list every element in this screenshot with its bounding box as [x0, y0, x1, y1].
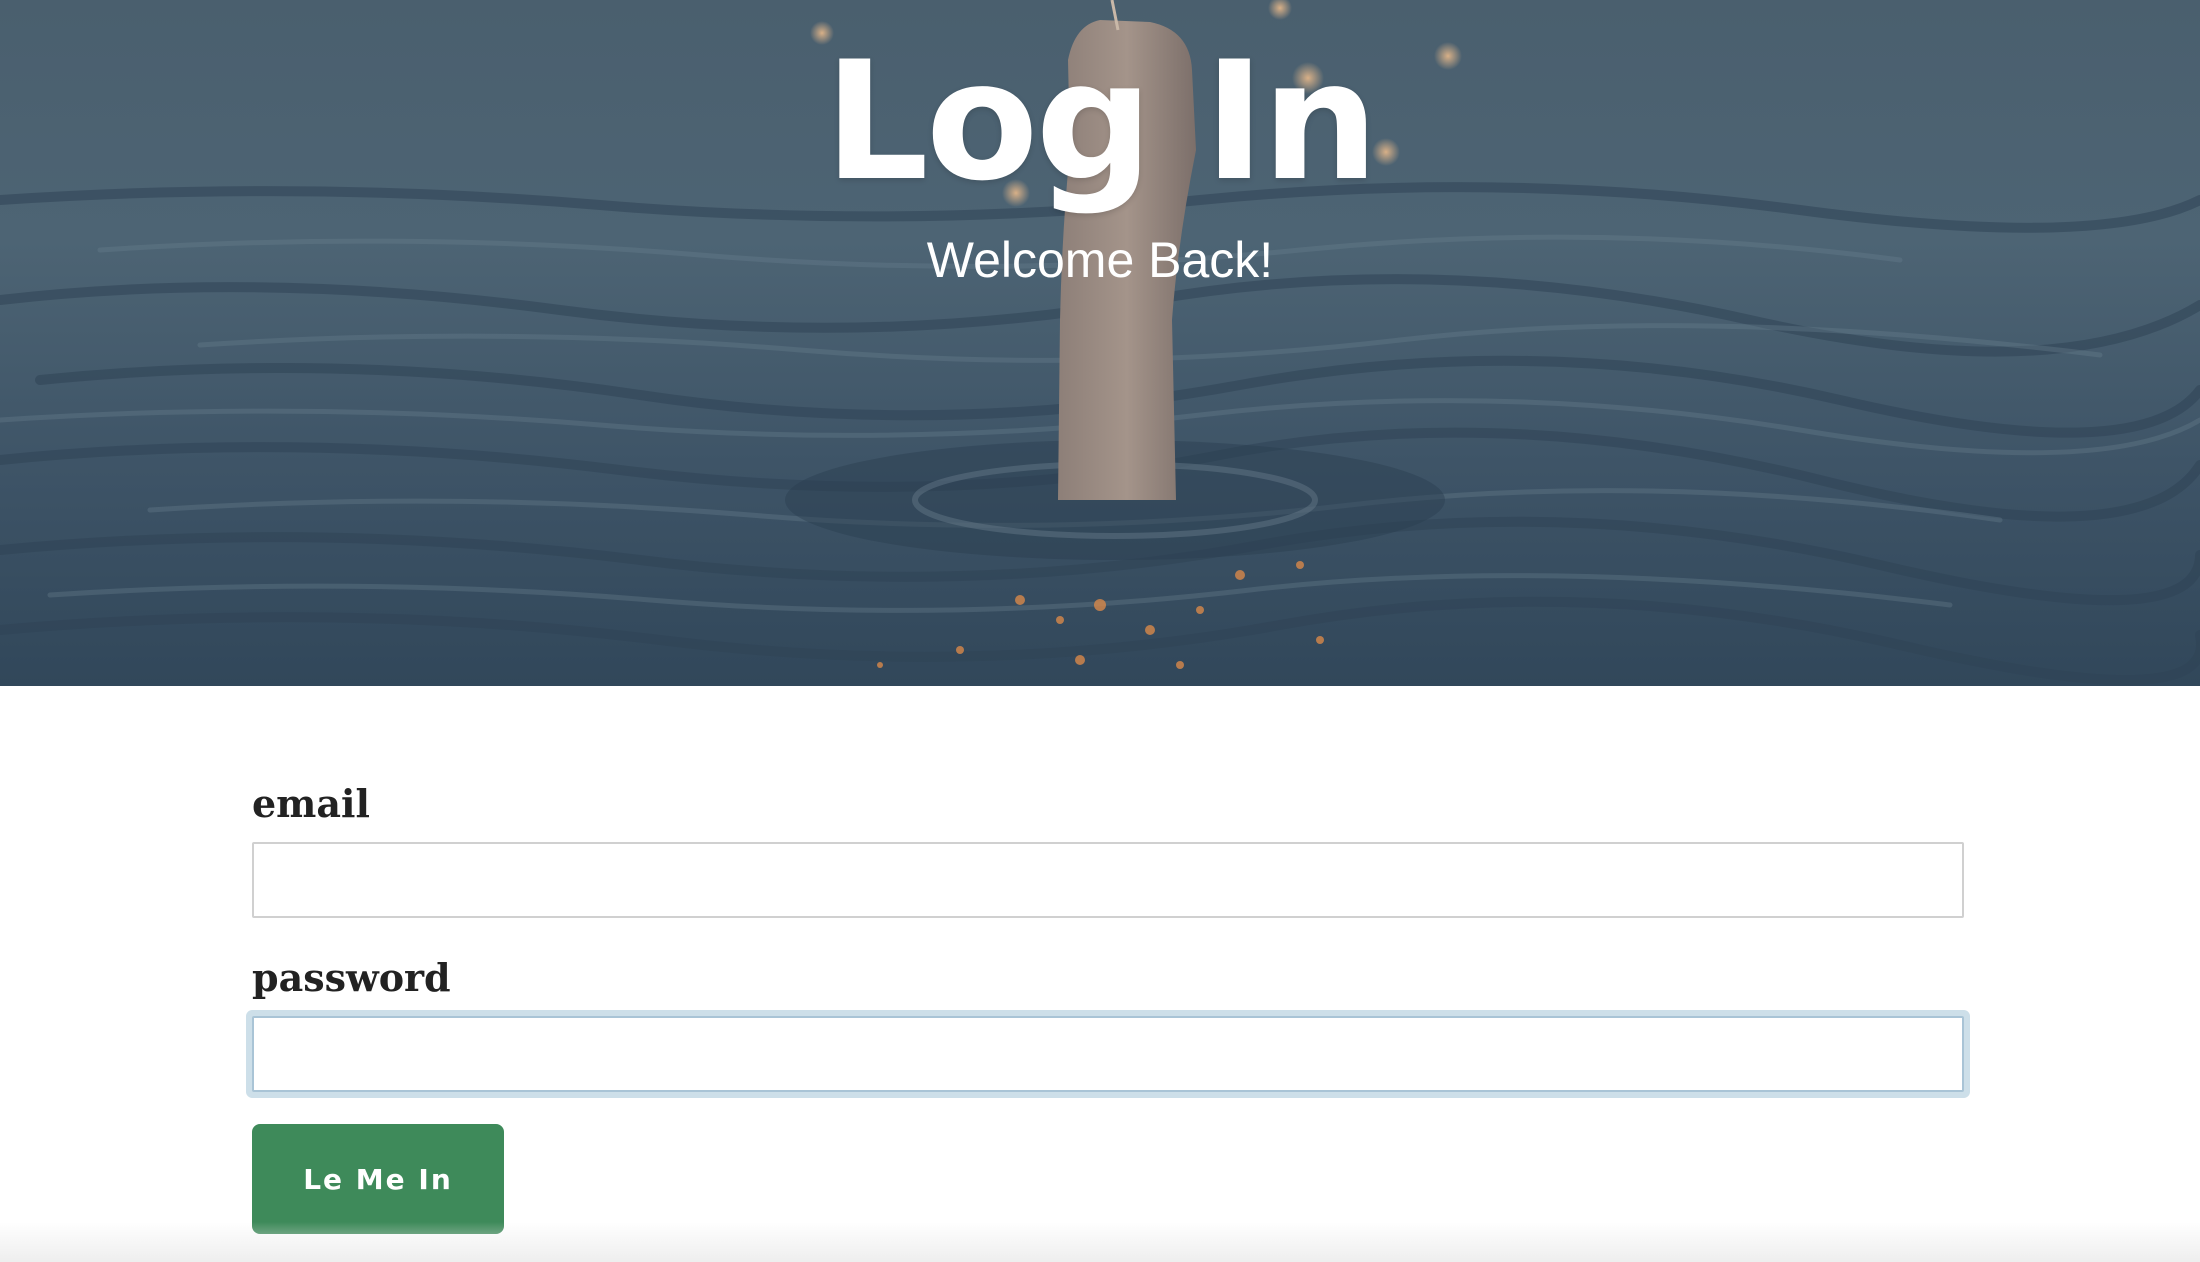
- page-subtitle: Welcome Back!: [926, 232, 1274, 288]
- email-input[interactable]: [252, 842, 1964, 918]
- login-form: email password Le Me In: [252, 780, 1964, 1234]
- password-label: password: [252, 955, 451, 1000]
- footer-shadow: [0, 1222, 2200, 1262]
- hero-banner: Log In Welcome Back!: [0, 0, 2200, 686]
- page-title: Log In: [824, 26, 1378, 217]
- password-field-group: password: [252, 954, 1964, 1092]
- login-submit-button[interactable]: Le Me In: [252, 1124, 504, 1234]
- password-input[interactable]: [252, 1016, 1964, 1092]
- email-field-group: email: [252, 780, 1964, 918]
- email-label: email: [252, 781, 370, 826]
